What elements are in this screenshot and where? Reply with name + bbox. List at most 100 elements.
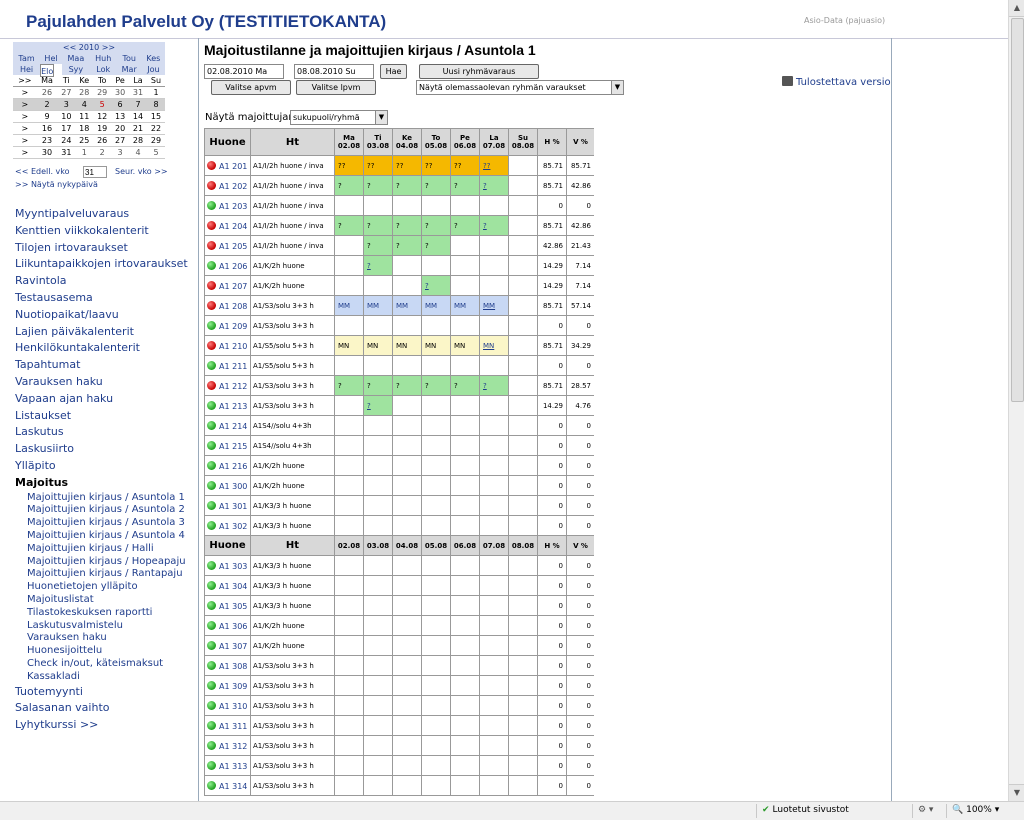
day-cell[interactable] <box>334 355 364 376</box>
calendar-day[interactable]: 2 <box>93 146 112 159</box>
calendar-day[interactable]: 15 <box>146 110 165 123</box>
year-nav[interactable]: << 2010 >> <box>13 42 165 53</box>
submenu-item[interactable]: Tilastokeskuksen raportti <box>15 607 195 620</box>
day-cell[interactable] <box>479 735 509 756</box>
day-cell[interactable] <box>508 415 538 436</box>
room-link[interactable]: A1 209 <box>204 315 251 336</box>
day-cell[interactable]: MN <box>363 335 393 356</box>
month-tam[interactable]: Tam <box>13 53 41 64</box>
day-cell[interactable] <box>508 695 538 716</box>
calendar-day[interactable]: 30 <box>36 146 58 159</box>
submenu-item[interactable]: Majoittujien kirjaus / Hopeapaju <box>15 556 195 569</box>
menu-item[interactable]: Ylläpito <box>15 458 195 475</box>
pick-end-date-button[interactable]: Valitse lpvm <box>296 80 376 95</box>
day-cell[interactable] <box>450 475 480 496</box>
menu-item[interactable]: Tilojen irtovaraukset <box>15 240 195 257</box>
menu-item[interactable]: Liikuntapaikkojen irtovaraukset <box>15 256 195 273</box>
room-link[interactable]: A1 311 <box>204 715 251 736</box>
day-cell[interactable]: ? <box>421 215 451 236</box>
room-link[interactable]: A1 303 <box>204 555 251 576</box>
show-today-link[interactable]: >> Näytä nykypäivä <box>15 180 98 189</box>
day-cell[interactable] <box>479 355 509 376</box>
week-select-link[interactable]: > <box>13 146 37 159</box>
day-cell[interactable] <box>479 755 509 776</box>
day-cell[interactable] <box>334 675 364 696</box>
day-cell[interactable] <box>479 595 509 616</box>
day-cell[interactable] <box>479 475 509 496</box>
day-cell[interactable] <box>421 595 451 616</box>
day-cell[interactable] <box>508 715 538 736</box>
day-cell[interactable] <box>392 715 422 736</box>
room-link[interactable]: A1 201 <box>204 155 251 176</box>
day-cell[interactable] <box>334 775 364 796</box>
day-cell[interactable] <box>450 235 480 256</box>
day-cell[interactable] <box>392 635 422 656</box>
calendar-day[interactable]: 23 <box>36 134 58 147</box>
day-cell[interactable] <box>508 235 538 256</box>
day-cell[interactable] <box>363 275 393 296</box>
day-cell[interactable] <box>450 695 480 716</box>
day-cell[interactable] <box>334 615 364 636</box>
calendar-day[interactable]: 31 <box>57 146 76 159</box>
day-cell[interactable] <box>508 255 538 276</box>
day-cell[interactable] <box>392 395 422 416</box>
room-link[interactable]: A1 208 <box>204 295 251 316</box>
day-cell[interactable] <box>421 555 451 576</box>
day-cell[interactable] <box>479 255 509 276</box>
room-link[interactable]: A1 215 <box>204 435 251 456</box>
day-cell[interactable] <box>421 435 451 456</box>
calendar-day[interactable]: 2 <box>36 98 58 111</box>
day-cell[interactable] <box>421 755 451 776</box>
day-cell[interactable] <box>421 455 451 476</box>
room-link[interactable]: A1 301 <box>204 495 251 516</box>
day-cell[interactable] <box>421 515 451 536</box>
month-mar[interactable]: Mar <box>116 64 142 75</box>
day-cell[interactable] <box>421 355 451 376</box>
submenu-item[interactable]: Huonetietojen ylläpito <box>15 581 195 594</box>
month-syy[interactable]: Syy <box>61 64 90 75</box>
day-cell[interactable] <box>392 415 422 436</box>
calendar-day[interactable]: 16 <box>36 122 58 135</box>
room-link[interactable]: A1 212 <box>204 375 251 396</box>
calendar-day[interactable]: 10 <box>57 110 76 123</box>
prev-week-link[interactable]: << Edell. vko <box>15 167 70 176</box>
print-version-link[interactable]: Tulostettava versio <box>782 76 891 88</box>
day-cell[interactable] <box>508 575 538 596</box>
day-cell[interactable] <box>421 715 451 736</box>
date-to-field[interactable]: 08.08.2010 Su <box>294 64 374 79</box>
week-select-link[interactable]: > <box>13 122 37 135</box>
day-cell[interactable] <box>421 475 451 496</box>
day-cell[interactable] <box>508 215 538 236</box>
day-cell[interactable] <box>508 655 538 676</box>
vertical-scrollbar[interactable]: ▲ ▼ <box>1008 0 1024 801</box>
day-cell[interactable] <box>421 255 451 276</box>
day-cell[interactable]: ? <box>363 215 393 236</box>
day-cell[interactable]: MM <box>450 295 480 316</box>
menu-item[interactable]: Salasanan vaihto <box>15 700 195 717</box>
day-cell[interactable]: ? <box>479 375 509 396</box>
scroll-thumb[interactable] <box>1011 18 1024 402</box>
day-cell[interactable]: ? <box>334 375 364 396</box>
day-cell[interactable] <box>334 755 364 776</box>
day-cell[interactable] <box>421 495 451 516</box>
calendar-day[interactable]: 14 <box>129 110 147 123</box>
menu-item[interactable]: Laskusiirto <box>15 441 195 458</box>
day-cell[interactable]: ?? <box>421 155 451 176</box>
calendar-day[interactable]: 27 <box>111 134 130 147</box>
day-cell[interactable]: ? <box>421 235 451 256</box>
day-cell[interactable] <box>479 675 509 696</box>
day-cell[interactable] <box>392 735 422 756</box>
day-cell[interactable] <box>479 495 509 516</box>
day-cell[interactable] <box>363 735 393 756</box>
day-cell[interactable]: ? <box>421 275 451 296</box>
day-cell[interactable] <box>508 595 538 616</box>
day-cell[interactable] <box>450 195 480 216</box>
calendar-day[interactable]: 8 <box>146 98 165 111</box>
day-cell[interactable] <box>479 235 509 256</box>
day-cell[interactable] <box>392 495 422 516</box>
day-cell[interactable] <box>479 615 509 636</box>
day-cell[interactable]: MM <box>363 295 393 316</box>
day-cell[interactable] <box>479 715 509 736</box>
calendar-day[interactable]: 30 <box>111 86 130 99</box>
day-cell[interactable] <box>450 415 480 436</box>
